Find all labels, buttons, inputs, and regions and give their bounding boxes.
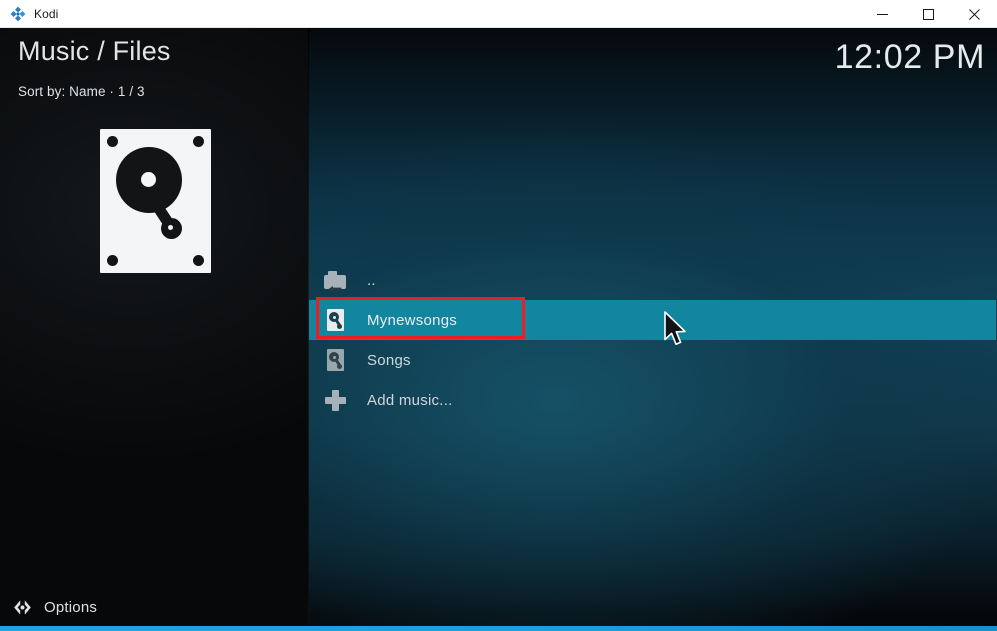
options-label: Options bbox=[44, 598, 98, 616]
kodi-logo-icon bbox=[10, 6, 26, 22]
close-icon bbox=[968, 8, 980, 20]
parent-folder-icon bbox=[323, 268, 347, 292]
list-item-label: Add music... bbox=[367, 391, 453, 409]
options-button[interactable]: Options bbox=[0, 589, 309, 625]
page-title: Music / Files bbox=[18, 36, 171, 66]
minimize-button[interactable] bbox=[859, 0, 905, 28]
list-item-mynewsongs[interactable]: Mynewsongs bbox=[309, 300, 996, 340]
sort-info-label: Sort by: Name · 1 / 3 bbox=[18, 84, 145, 99]
window-controls bbox=[859, 0, 997, 27]
list-item-label: Mynewsongs bbox=[367, 311, 458, 329]
sidebar-panel: Music / Files Sort by: Name · 1 / 3 Opti… bbox=[0, 28, 309, 631]
hard-drive-icon bbox=[323, 348, 347, 372]
close-button[interactable] bbox=[951, 0, 997, 28]
maximize-button[interactable] bbox=[905, 0, 951, 28]
list-item-add-music[interactable]: Add music... bbox=[309, 380, 997, 420]
list-item-songs[interactable]: Songs bbox=[309, 340, 997, 380]
plus-icon bbox=[323, 388, 347, 412]
list-item-label: .. bbox=[367, 271, 376, 289]
kodi-window: Kodi Music / Files Sort by: Name · 1 / 3… bbox=[0, 0, 997, 631]
media-thumbnail bbox=[100, 129, 211, 273]
options-chevrons-icon bbox=[12, 597, 33, 618]
list-item-parent[interactable]: .. bbox=[309, 260, 997, 300]
list-item-label: Songs bbox=[367, 351, 411, 369]
hard-drive-icon bbox=[100, 129, 211, 273]
window-title: Kodi bbox=[34, 6, 59, 21]
maximize-icon bbox=[922, 8, 934, 20]
titlebar-left: Kodi bbox=[0, 0, 859, 27]
window-titlebar: Kodi bbox=[0, 0, 997, 28]
kodi-content: Music / Files Sort by: Name · 1 / 3 Opti… bbox=[0, 28, 997, 631]
file-list: .. Mynewsongs Songs Add music... bbox=[309, 260, 997, 420]
hard-drive-icon bbox=[323, 308, 347, 332]
clock-display: 12:02 PM bbox=[834, 38, 985, 76]
main-panel: 12:02 PM .. Mynewsongs Songs Add music..… bbox=[309, 28, 997, 631]
minimize-icon bbox=[876, 13, 888, 15]
bottom-accent-bar bbox=[0, 626, 997, 631]
